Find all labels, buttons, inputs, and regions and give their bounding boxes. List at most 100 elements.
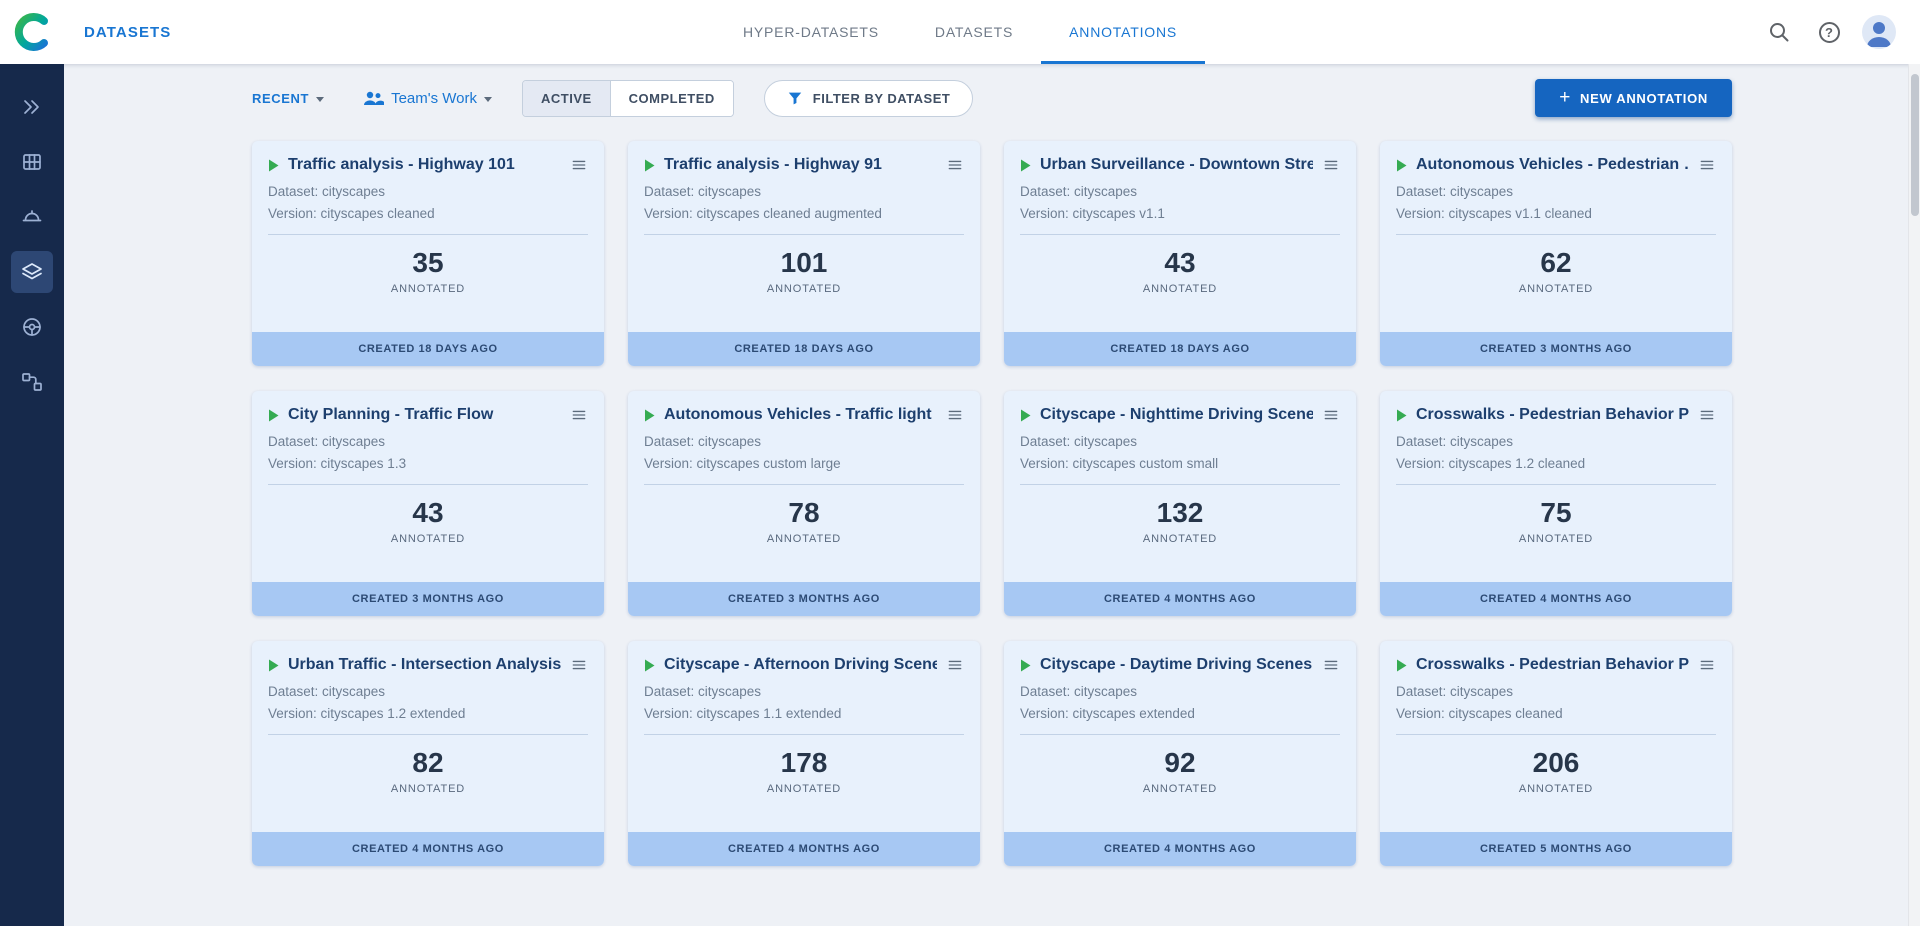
card-header: Crosswalks - Pedestrian Behavior P… [1396,406,1716,424]
annotated-count: 75 [1396,497,1716,529]
search-button[interactable] [1760,13,1798,51]
scope-dropdown-label: Team's Work [391,90,477,107]
annotation-title: Urban Surveillance - Downtown Stre… [1040,156,1313,174]
annotated-label: ANNOTATED [644,783,964,795]
status-option-completed[interactable]: COMPLETED [610,81,733,116]
play-icon[interactable] [1020,409,1031,422]
annotation-card[interactable]: Cityscape - Daytime Driving Scenes Datas… [1004,641,1356,866]
card-menu-icon[interactable] [946,158,964,172]
version-line: Version: cityscapes 1.2 cleaned [1396,456,1716,485]
sidebar-item-models[interactable] [11,306,53,348]
play-icon[interactable] [1396,659,1407,672]
new-annotation-button[interactable]: + NEW ANNOTATION [1535,79,1732,117]
help-button[interactable]: ? [1810,13,1848,51]
dataset-line: Dataset: cityscapes [1396,684,1716,699]
play-icon[interactable] [268,409,279,422]
dataset-line: Dataset: cityscapes [1020,434,1340,449]
sidebar-item-pipelines[interactable] [11,361,53,403]
annotation-title: Cityscape - Nighttime Driving Scenes [1040,406,1313,424]
sort-dropdown[interactable]: RECENT [252,91,324,106]
play-icon[interactable] [1396,409,1407,422]
annotation-title: Autonomous Vehicles - Pedestrian … [1416,156,1689,174]
annotation-card[interactable]: Crosswalks - Pedestrian Behavior P… Data… [1380,641,1732,866]
card-menu-icon[interactable] [1698,158,1716,172]
scrollbar-track[interactable] [1908,64,1920,926]
card-menu-icon[interactable] [1322,658,1340,672]
play-icon[interactable] [644,409,655,422]
scrollbar-thumb[interactable] [1911,74,1919,216]
scope-dropdown[interactable]: Team's Work [362,90,492,107]
annotated-label: ANNOTATED [268,533,588,545]
play-icon[interactable] [1020,659,1031,672]
dataset-line: Dataset: cityscapes [1020,184,1340,199]
play-icon[interactable] [1396,159,1407,172]
sidebar-item-labeling[interactable] [11,196,53,238]
card-menu-icon[interactable] [1322,408,1340,422]
version-line: Version: cityscapes 1.2 extended [268,706,588,735]
card-menu-icon[interactable] [570,658,588,672]
user-menu-button[interactable] [1860,13,1898,51]
tab-annotations[interactable]: ANNOTATIONS [1041,0,1205,64]
play-icon[interactable] [268,659,279,672]
created-footer: CREATED 18 DAYS AGO [1004,332,1356,366]
app-logo[interactable] [0,10,64,54]
card-menu-icon[interactable] [946,658,964,672]
created-footer: CREATED 18 DAYS AGO [628,332,980,366]
plus-icon: + [1559,88,1571,107]
play-icon[interactable] [268,159,279,172]
card-menu-icon[interactable] [1698,658,1716,672]
card-header: Crosswalks - Pedestrian Behavior P… [1396,656,1716,674]
topbar-actions: ? [1760,13,1920,51]
annotated-label: ANNOTATED [1396,283,1716,295]
filter-funnel-icon [787,90,803,106]
card-header: Urban Surveillance - Downtown Stre… [1020,156,1340,174]
annotated-count: 35 [268,247,588,279]
card-menu-icon[interactable] [570,408,588,422]
annotation-title: Crosswalks - Pedestrian Behavior P… [1416,406,1689,424]
filter-by-dataset-button[interactable]: FILTER BY DATASET [764,80,974,117]
annotated-label: ANNOTATED [1020,533,1340,545]
card-menu-icon[interactable] [570,158,588,172]
card-menu-icon[interactable] [1322,158,1340,172]
tab-datasets[interactable]: DATASETS [907,0,1041,64]
annotation-card[interactable]: Autonomous Vehicles - Traffic light … Da… [628,391,980,616]
filter-button-label: FILTER BY DATASET [813,91,951,106]
sidebar-item-quickstart[interactable] [11,86,53,128]
tab-hyper-datasets[interactable]: HYPER-DATASETS [715,0,907,64]
card-menu-icon[interactable] [946,408,964,422]
annotation-title: Cityscape - Afternoon Driving Scenes [664,656,937,674]
created-footer: CREATED 3 MONTHS AGO [628,582,980,616]
annotation-card[interactable]: Urban Traffic - Intersection Analysis Da… [252,641,604,866]
card-header: Cityscape - Nighttime Driving Scenes [1020,406,1340,424]
card-menu-icon[interactable] [1698,408,1716,422]
annotation-title: Traffic analysis - Highway 101 [288,156,561,174]
created-footer: CREATED 4 MONTHS AGO [1380,582,1732,616]
annotated-label: ANNOTATED [1396,533,1716,545]
left-sidebar [0,64,64,926]
sidebar-item-annotations[interactable] [11,251,53,293]
search-icon [1768,21,1790,43]
play-icon[interactable] [1020,159,1031,172]
play-icon[interactable] [644,659,655,672]
annotation-card[interactable]: Cityscape - Nighttime Driving Scenes Dat… [1004,391,1356,616]
annotation-title: Cityscape - Daytime Driving Scenes [1040,656,1313,674]
annotated-label: ANNOTATED [268,283,588,295]
created-footer: CREATED 4 MONTHS AGO [628,832,980,866]
dataset-line: Dataset: cityscapes [268,184,588,199]
annotation-card[interactable]: Crosswalks - Pedestrian Behavior P… Data… [1380,391,1732,616]
annotation-card[interactable]: Autonomous Vehicles - Pedestrian … Datas… [1380,141,1732,366]
annotated-count: 206 [1396,747,1716,779]
card-header: Traffic analysis - Highway 91 [644,156,964,174]
annotated-count: 43 [1020,247,1340,279]
dataset-line: Dataset: cityscapes [644,434,964,449]
sidebar-item-datasets[interactable] [11,141,53,183]
card-header: Cityscape - Daytime Driving Scenes [1020,656,1340,674]
status-option-active[interactable]: ACTIVE [523,81,610,116]
annotation-card[interactable]: Traffic analysis - Highway 101 Dataset: … [252,141,604,366]
annotation-card[interactable]: Traffic analysis - Highway 91 Dataset: c… [628,141,980,366]
play-icon[interactable] [644,159,655,172]
annotation-card[interactable]: Urban Surveillance - Downtown Stre… Data… [1004,141,1356,366]
annotated-label: ANNOTATED [644,533,964,545]
annotation-card[interactable]: City Planning - Traffic Flow Dataset: ci… [252,391,604,616]
annotation-card[interactable]: Cityscape - Afternoon Driving Scenes Dat… [628,641,980,866]
